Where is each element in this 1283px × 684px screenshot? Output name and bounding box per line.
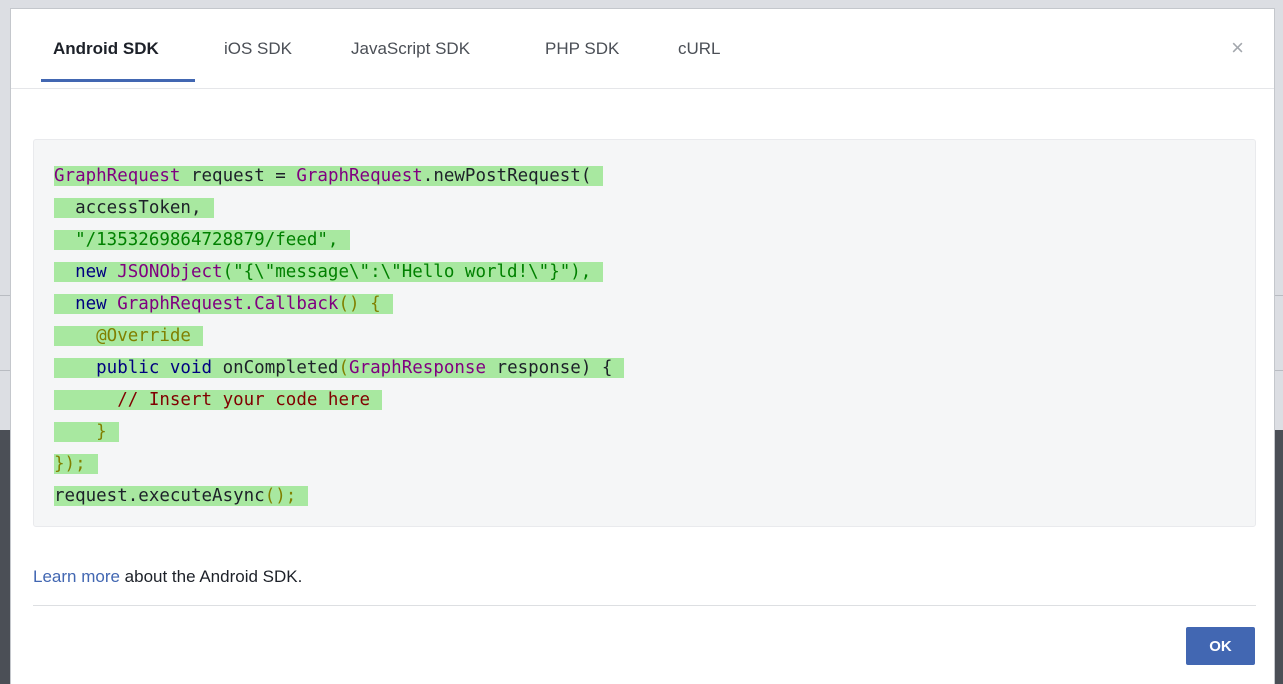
active-tab-indicator xyxy=(41,79,195,82)
tab-php-sdk[interactable]: PHP SDK xyxy=(545,39,619,59)
code-line: GraphRequest request = GraphRequest.newP… xyxy=(54,160,604,192)
code-line: @Override xyxy=(54,320,203,352)
close-icon[interactable]: × xyxy=(1231,37,1244,59)
footer-divider xyxy=(33,605,1256,606)
ok-button[interactable]: OK xyxy=(1186,627,1255,665)
sdk-tabs: Android SDK iOS SDK JavaScript SDK PHP S… xyxy=(11,9,1274,89)
tab-android-sdk[interactable]: Android SDK xyxy=(53,39,159,59)
code-line: "/1353269864728879/feed", xyxy=(54,224,351,256)
code-line: accessToken, xyxy=(54,192,214,224)
code-line: }); xyxy=(54,448,98,480)
code-line: public void onCompleted(GraphResponse re… xyxy=(54,352,625,384)
code-block: GraphRequest request = GraphRequest.newP… xyxy=(33,139,1256,527)
footer-description: about the Android SDK. xyxy=(119,567,303,586)
tab-curl[interactable]: cURL xyxy=(678,39,721,59)
code-line: new JSONObject("{\"message\":\"Hello wor… xyxy=(54,256,604,288)
learn-more-link[interactable]: Learn more xyxy=(33,567,120,586)
tab-javascript-sdk[interactable]: JavaScript SDK xyxy=(351,39,470,59)
code-sample-dialog: Android SDK iOS SDK JavaScript SDK PHP S… xyxy=(10,8,1275,684)
footer-text: Learn more about the Android SDK. xyxy=(33,567,302,587)
code-line: // Insert your code here xyxy=(54,384,383,416)
code-line: request.executeAsync(); xyxy=(54,480,309,512)
code-line: new GraphRequest.Callback() { xyxy=(54,288,393,320)
tab-ios-sdk[interactable]: iOS SDK xyxy=(224,39,292,59)
code-line: } xyxy=(54,416,119,448)
